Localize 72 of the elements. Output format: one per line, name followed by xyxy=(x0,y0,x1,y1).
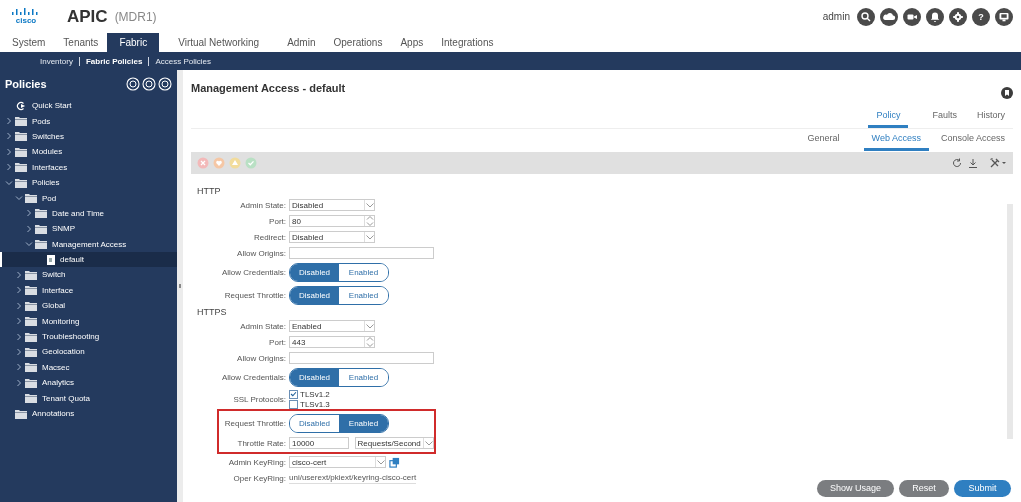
field-label: SSL Protocols: xyxy=(232,394,286,404)
toggle-option[interactable]: Disabled xyxy=(290,264,339,281)
tree-item[interactable]: Geolocation xyxy=(0,344,177,360)
tree-item[interactable]: Interface xyxy=(0,282,177,299)
toggle-option[interactable]: Disabled xyxy=(290,287,339,304)
field-label: Redirect: xyxy=(253,232,286,242)
tree-item[interactable]: Switch xyxy=(0,267,177,283)
panel-tab[interactable]: Policy xyxy=(868,106,909,128)
panel-title: Management Access - default xyxy=(191,82,347,94)
field-label: Port: xyxy=(268,216,286,226)
tree-item[interactable]: Analytics xyxy=(0,375,177,391)
field-label: Allow Origins: xyxy=(236,248,286,258)
action-button[interactable]: Show Usage xyxy=(817,479,894,497)
field-label: Request Throttle: xyxy=(223,291,286,300)
action-button[interactable]: Submit xyxy=(954,479,1011,497)
tree-item[interactable]: Quick Start xyxy=(0,98,177,114)
tree-item[interactable]: Policies xyxy=(0,174,177,191)
dropdown[interactable]: cisco-cert xyxy=(289,456,386,468)
tree-item[interactable]: Pods xyxy=(0,113,177,129)
help-icon[interactable]: ? xyxy=(972,7,990,26)
unit-dropdown[interactable]: Requests/Second xyxy=(354,437,434,449)
tree-item[interactable]: SNMP xyxy=(0,221,177,237)
dropdown[interactable]: Disabled xyxy=(289,231,375,243)
brand-logo-text: cisco xyxy=(15,16,37,25)
field-label: Oper KeyRing: xyxy=(232,473,286,483)
user-name[interactable]: admin xyxy=(822,11,850,22)
dropdown[interactable]: Disabled xyxy=(289,199,375,211)
field-label: Request Throttle: xyxy=(223,419,286,428)
tree-item[interactable]: Troubleshooting xyxy=(0,328,177,345)
tree-item[interactable]: Monitoring xyxy=(0,313,177,329)
field-label: Allow Credentials: xyxy=(220,268,286,277)
field-label: Throttle Rate: xyxy=(236,438,286,448)
tree-item[interactable]: Global xyxy=(0,298,177,314)
panel-tab[interactable]: History xyxy=(969,106,1013,128)
tree-item[interactable]: Tenant Quota xyxy=(0,390,177,406)
action-button[interactable]: Reset xyxy=(899,479,949,497)
tree-item[interactable]: Pod xyxy=(0,190,177,206)
number-field[interactable]: 80 xyxy=(289,215,375,227)
field-label: Port: xyxy=(268,337,286,347)
dropdown[interactable]: Enabled xyxy=(289,320,375,332)
toggle-option[interactable]: Enabled xyxy=(339,415,388,432)
field-value: uni/userext/pkiext/keyring-cisco-cert xyxy=(289,472,417,484)
tree-item[interactable]: default xyxy=(0,251,177,268)
panel-tab[interactable]: Faults xyxy=(924,106,965,128)
site-name: (MDR1) xyxy=(114,9,157,24)
panel-subtab[interactable]: General xyxy=(799,129,848,151)
tree-item[interactable]: Date and Time xyxy=(0,205,177,222)
panel-subtab[interactable]: Console Access xyxy=(932,129,1013,151)
number-field[interactable]: 443 xyxy=(289,336,375,348)
field-label: Allow Credentials: xyxy=(220,373,286,382)
subnav-link[interactable]: Inventory xyxy=(40,56,73,66)
rate-field[interactable]: 10000 xyxy=(289,437,349,449)
section-title: HTTPS xyxy=(197,307,228,317)
field-label: Admin State: xyxy=(239,321,286,331)
checkbox-label: TLSv1.2 xyxy=(300,389,330,399)
tree-item[interactable]: Macsec xyxy=(0,359,177,376)
toggle-option[interactable]: Disabled xyxy=(290,369,339,386)
app-title: APIC xyxy=(67,6,108,27)
field-label: Allow Origins: xyxy=(236,353,286,363)
checkbox-label: TLSv1.3 xyxy=(300,399,330,409)
subnav-link[interactable]: Access Policies xyxy=(148,56,211,66)
nav-tab[interactable]: Fabric xyxy=(107,33,160,52)
section-title: HTTP xyxy=(197,186,222,196)
tree-item[interactable]: Modules xyxy=(0,144,177,160)
field-label: Admin State: xyxy=(239,200,286,210)
tree-item[interactable]: Management Access xyxy=(0,236,177,252)
field-label: Admin KeyRing: xyxy=(227,457,286,467)
tree-item[interactable]: Switches xyxy=(0,128,177,145)
tree-item[interactable]: Interfaces xyxy=(0,159,177,175)
tree-item[interactable]: Annotations xyxy=(0,405,177,422)
subnav-link[interactable]: Fabric Policies xyxy=(78,56,143,66)
sidebar-title: Policies xyxy=(5,78,47,90)
